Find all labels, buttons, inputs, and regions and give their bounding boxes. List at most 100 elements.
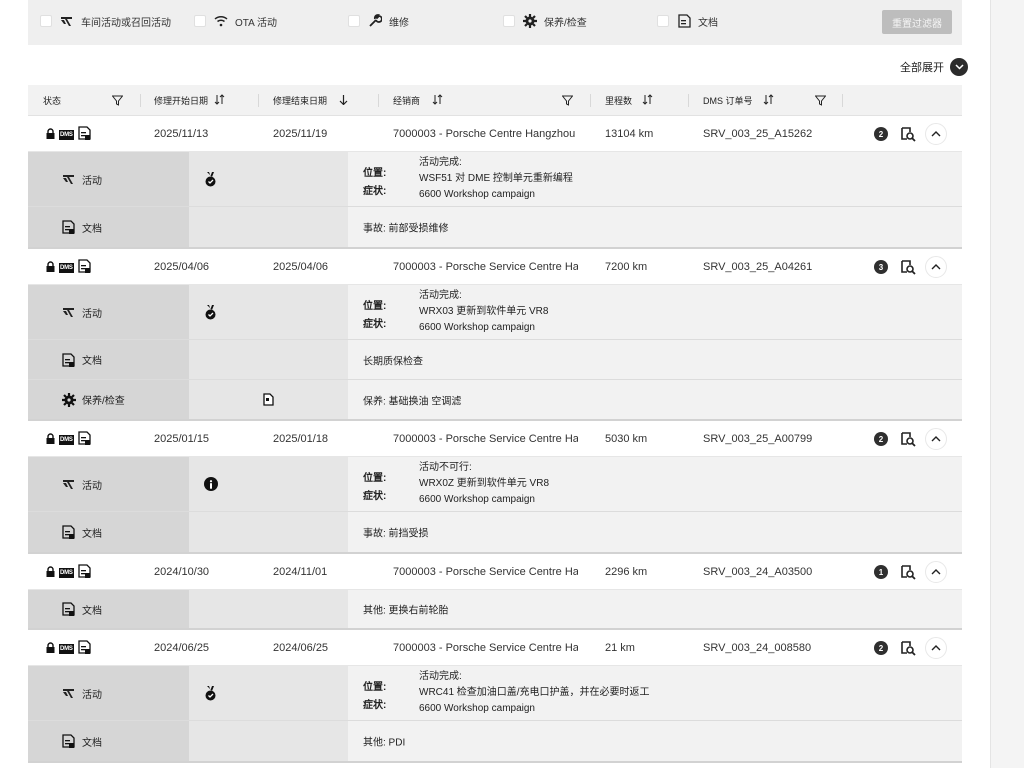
filter-label: OTA 活动 <box>235 17 278 29</box>
filter-maintenance[interactable]: 保养/检查 <box>503 12 587 30</box>
inspect-icon[interactable] <box>899 563 917 581</box>
table-row[interactable]: DMS 2024/06/25 2024/06/25 7000003 - Porsche… <box>28 630 962 665</box>
gear-icon <box>61 392 76 407</box>
table-row[interactable]: DMS 2025/01/15 2025/01/18 7000003 - Porsche… <box>28 421 962 456</box>
document-icon <box>61 220 76 235</box>
filter-checkbox[interactable] <box>657 15 669 27</box>
end-date-cell: 2024/06/25 <box>273 641 329 654</box>
detail-text: 事故: 前挡受损 <box>363 528 429 540</box>
document-icon <box>78 640 91 657</box>
detail-type-text: 活动 <box>82 308 102 320</box>
filter-document[interactable]: 文档 <box>657 12 718 30</box>
filter-ota[interactable]: OTA 活动 <box>194 12 277 30</box>
dms-order-cell: SRV_003_25_A04261 <box>703 260 813 273</box>
column-dms-order[interactable]: DMS 订单号 <box>703 85 774 116</box>
column-start-date[interactable]: 修理开始日期 <box>154 85 225 116</box>
inspect-icon[interactable] <box>899 125 917 143</box>
start-date-cell: 2024/10/30 <box>154 565 210 578</box>
detail-row: 文档 其他: 更换右前轮胎 <box>28 589 962 628</box>
column-divider <box>378 94 379 107</box>
end-date-cell: 2025/01/18 <box>273 432 329 445</box>
campaign-description: WRX03 更新到软件单元 VR8 <box>419 306 549 317</box>
filter-workshop-campaign[interactable]: 车间活动或召回活动 <box>40 12 171 30</box>
symptom-label: 症状: <box>363 319 387 330</box>
detail-status-cell <box>189 152 348 206</box>
filter-checkbox[interactable] <box>503 15 515 27</box>
document-icon <box>78 259 91 276</box>
end-date-cell: 2025/04/06 <box>273 260 329 273</box>
collapse-button[interactable] <box>925 256 947 278</box>
status-icons: DMS <box>46 431 91 448</box>
campaign-description: WRC41 检查加油口盖/充电口护盖，并在必要时返工 <box>419 687 650 698</box>
detail-content: 其他: PDI <box>348 721 962 761</box>
detail-type-label: 活动 <box>28 457 189 511</box>
status-icons: DMS <box>46 126 91 143</box>
detail-row: 文档 长期质保检查 <box>28 339 962 379</box>
inspect-icon[interactable] <box>899 430 917 448</box>
workshop-campaign-icon <box>61 477 76 492</box>
campaign-code: 6600 Workshop campaign <box>419 189 535 200</box>
column-mileage[interactable]: 里程数 <box>605 85 653 116</box>
document-icon <box>78 564 91 581</box>
chevron-down-icon[interactable] <box>950 58 968 76</box>
lock-icon <box>46 260 55 275</box>
detail-row: 活动 位置: 症状: 活动完成: WRC41 检查加油口盖/充电口护盖，并在必要时返工 6… <box>28 665 962 720</box>
column-label: 经销商 <box>393 96 421 106</box>
detail-type-text: 活动 <box>82 175 102 187</box>
inspect-icon[interactable] <box>899 258 917 276</box>
detail-type-label: 活动 <box>28 285 189 339</box>
detail-type-label: 保养/检查 <box>28 380 189 419</box>
inspect-icon[interactable] <box>899 639 917 657</box>
campaign-description: WSF51 对 DME 控制单元重新编程 <box>419 173 573 184</box>
detail-row: 文档 事故: 前部受损维修 <box>28 206 962 247</box>
collapse-button[interactable] <box>925 123 947 145</box>
detail-type-label: 文档 <box>28 207 189 247</box>
filter-checkbox[interactable] <box>348 15 360 27</box>
sort-both-icon[interactable] <box>214 94 225 107</box>
expand-all-toggle[interactable]: 全部展开 <box>900 58 968 76</box>
filter-funnel-icon[interactable] <box>815 85 826 116</box>
start-date-cell: 2025/01/15 <box>154 432 210 445</box>
table-row[interactable]: DMS 2025/04/06 2025/04/06 7000003 - Porsche… <box>28 249 962 284</box>
sort-both-icon[interactable] <box>763 94 774 107</box>
campaign-code: 6600 Workshop campaign <box>419 322 535 333</box>
filter-checkbox[interactable] <box>40 15 52 27</box>
campaign-code: 6600 Workshop campaign <box>419 494 535 505</box>
detail-type-text: 文档 <box>82 356 102 367</box>
detail-content: 位置: 症状: 活动完成: WSF51 对 DME 控制单元重新编程 6600 Work… <box>348 152 962 206</box>
detail-row: 活动 位置: 症状: 活动完成: WSF51 对 DME 控制单元重新编程 6600 Wo… <box>28 151 962 206</box>
filter-repair[interactable]: 维修 <box>348 12 409 30</box>
table-row[interactable]: DMS 2024/10/30 2024/11/01 7000003 - Porsche… <box>28 554 962 589</box>
column-status[interactable]: 状态 <box>43 85 61 116</box>
end-date-cell: 2024/11/01 <box>273 565 328 578</box>
collapse-button[interactable] <box>925 428 947 450</box>
column-divider <box>590 94 591 107</box>
detail-text: 事故: 前部受损维修 <box>363 223 449 235</box>
gear-icon <box>523 14 537 28</box>
sort-both-icon[interactable] <box>432 94 443 107</box>
filter-funnel-icon[interactable] <box>112 85 123 116</box>
column-dealer[interactable]: 经销商 <box>393 85 443 116</box>
table-row[interactable]: DMS 2025/11/13 2025/11/19 7000003 - Porsche… <box>28 116 962 151</box>
status-icons: DMS <box>46 640 91 657</box>
wrench-icon <box>368 14 382 28</box>
mileage-cell: 5030 km <box>605 432 648 445</box>
detail-status-cell <box>189 207 348 247</box>
detail-text: 保养: 基础换油 空调滤 <box>363 396 462 407</box>
collapse-button[interactable] <box>925 637 947 659</box>
filter-checkbox[interactable] <box>194 15 206 27</box>
column-divider <box>688 94 689 107</box>
collapse-button[interactable] <box>925 561 947 583</box>
detail-type-text: 文档 <box>82 737 102 749</box>
detail-content: 位置: 症状: 活动不可行: WRX0Z 更新到软件单元 VR8 6600 Worksh… <box>348 457 962 511</box>
filter-funnel-icon[interactable] <box>562 85 573 116</box>
column-end-date[interactable]: 修理结束日期 <box>273 85 348 116</box>
start-date-cell: 2025/11/13 <box>154 127 209 140</box>
campaign-code: 6600 Workshop campaign <box>419 703 535 714</box>
sort-down-icon[interactable] <box>339 94 348 107</box>
document-icon <box>61 602 76 617</box>
sort-both-icon[interactable] <box>642 94 653 107</box>
mileage-cell: 21 km <box>605 641 635 654</box>
lock-icon <box>46 565 55 580</box>
reset-filter-button[interactable]: 重置过滤器 <box>882 10 952 34</box>
